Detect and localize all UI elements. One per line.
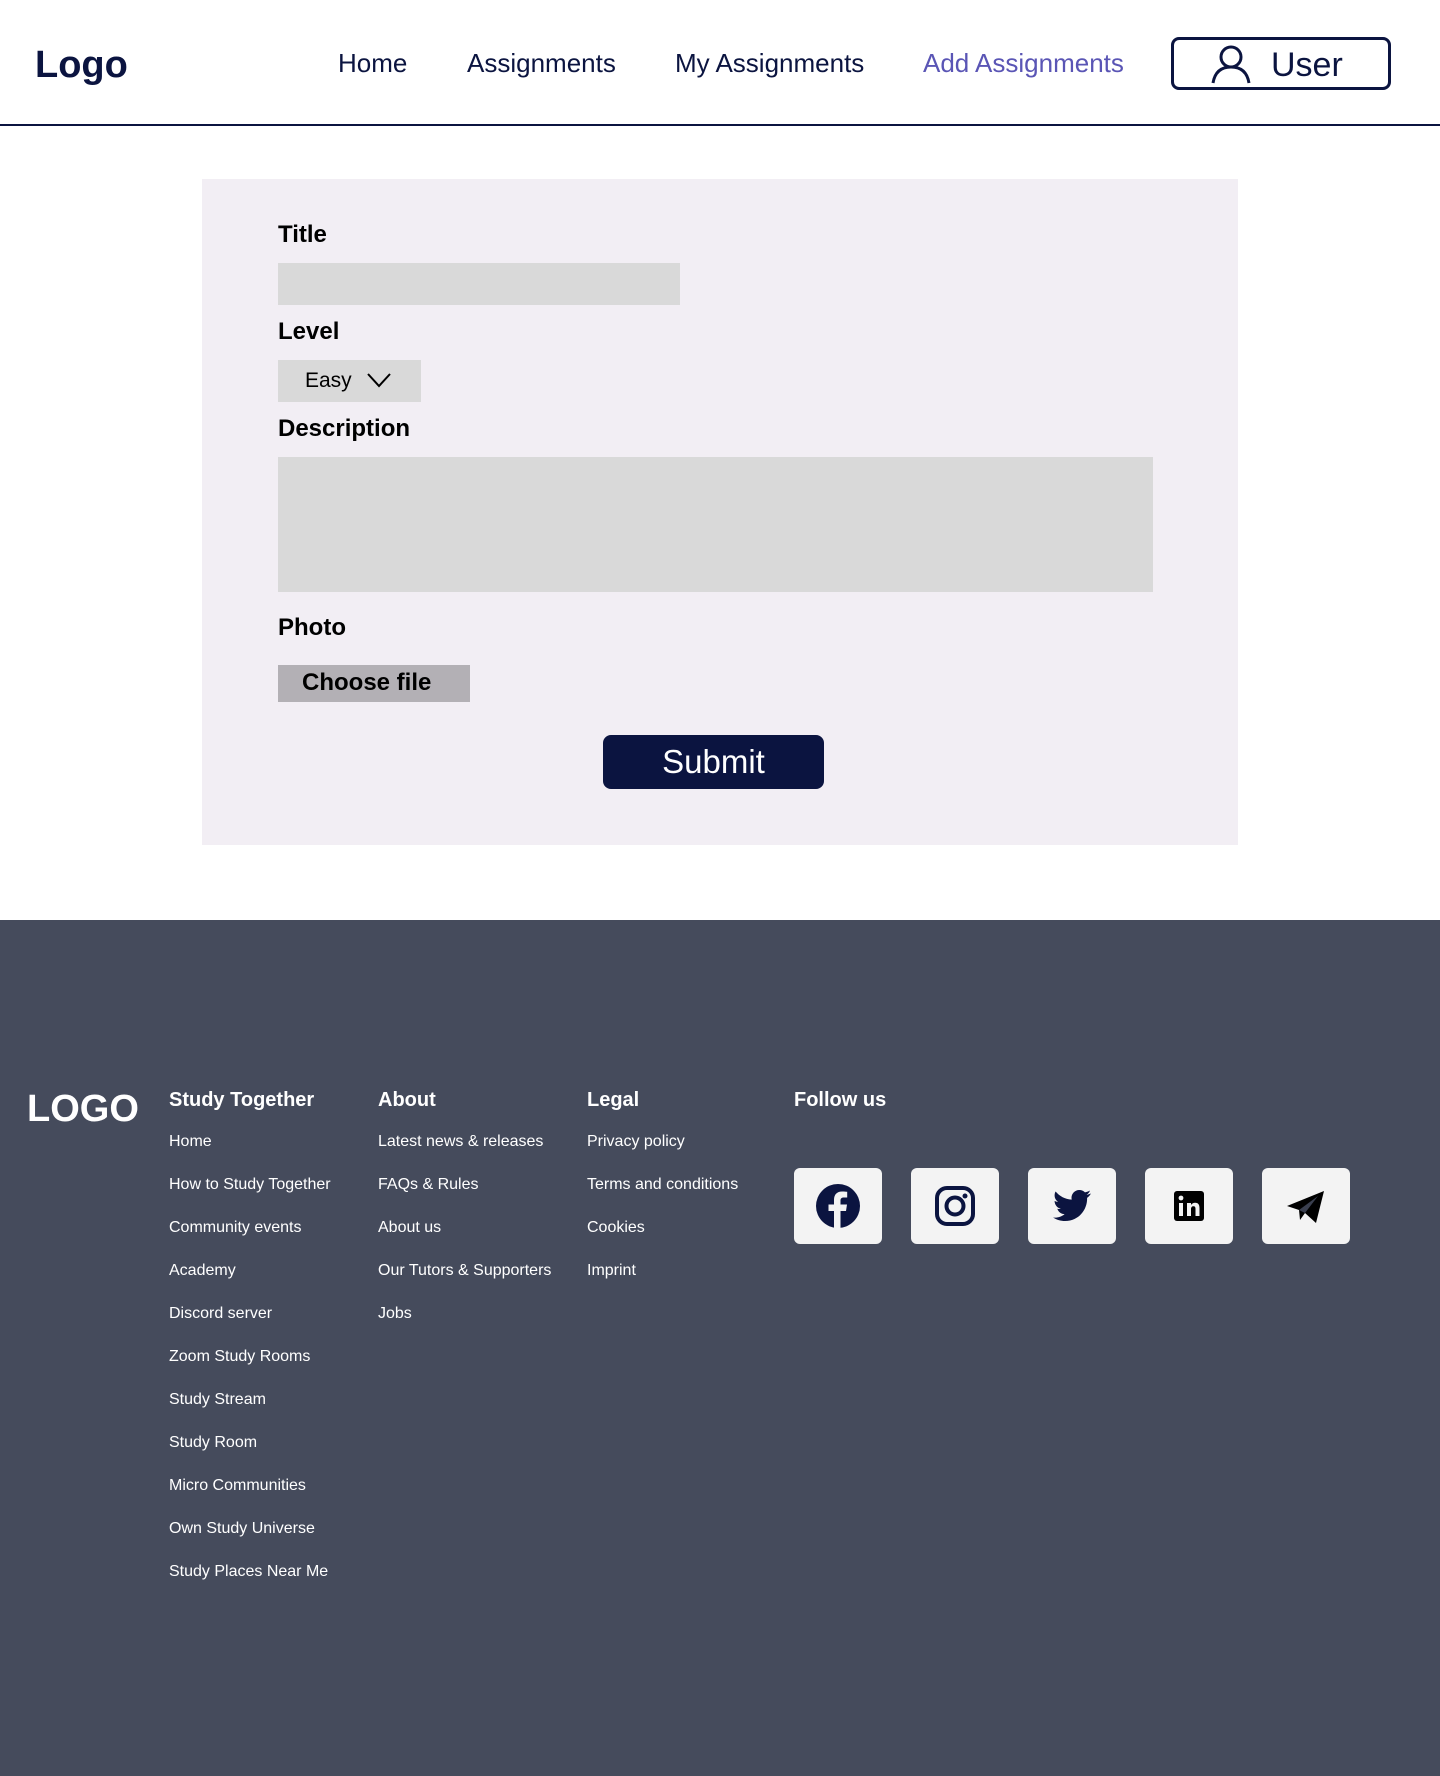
- follow-us-heading: Follow us: [794, 1089, 887, 1111]
- footer-link[interactable]: Study Stream: [169, 1391, 331, 1434]
- site-footer: LOGO Study Together Home How to Study To…: [0, 920, 1440, 1776]
- facebook-link[interactable]: [794, 1168, 882, 1244]
- footer-heading: About: [378, 1089, 436, 1111]
- footer-link[interactable]: Cookies: [587, 1219, 738, 1262]
- footer-link[interactable]: Privacy policy: [587, 1133, 738, 1176]
- header-logo[interactable]: Logo: [35, 44, 128, 87]
- level-select[interactable]: Easy: [278, 360, 421, 402]
- add-assignment-form: Title Level Easy Description Photo Choos…: [202, 179, 1238, 845]
- footer-column-follow-us: Follow us: [794, 1089, 886, 1133]
- instagram-link[interactable]: [911, 1168, 999, 1244]
- description-input[interactable]: [278, 457, 1153, 592]
- footer-link[interactable]: Zoom Study Rooms: [169, 1348, 331, 1391]
- submit-label: Submit: [662, 743, 765, 780]
- twitter-icon: [1053, 1190, 1091, 1221]
- footer-link[interactable]: Terms and conditions: [587, 1176, 738, 1219]
- nav-my-assignments[interactable]: My Assignments: [675, 48, 864, 79]
- instagram-icon: [935, 1186, 975, 1226]
- level-selected-value: Easy: [305, 369, 352, 392]
- footer-link[interactable]: Home: [169, 1133, 331, 1176]
- submit-button[interactable]: Submit: [603, 735, 824, 789]
- footer-link[interactable]: Community events: [169, 1219, 331, 1262]
- user-icon: [1211, 45, 1251, 84]
- footer-link[interactable]: About us: [378, 1219, 551, 1262]
- footer-link[interactable]: Study Room: [169, 1434, 331, 1477]
- footer-link[interactable]: Our Tutors & Supporters: [378, 1262, 551, 1305]
- nav-assignments[interactable]: Assignments: [467, 48, 616, 79]
- footer-link[interactable]: Academy: [169, 1262, 331, 1305]
- user-label: User: [1271, 46, 1343, 84]
- chevron-down-icon: [367, 373, 391, 388]
- choose-file-button[interactable]: Choose file: [278, 665, 470, 702]
- level-label: Level: [278, 318, 340, 345]
- footer-column-about: About Latest news & releases FAQs & Rule…: [378, 1089, 551, 1348]
- facebook-icon: [816, 1184, 860, 1228]
- footer-logo[interactable]: LOGO: [27, 1088, 139, 1131]
- footer-link[interactable]: Own Study Universe: [169, 1520, 331, 1563]
- footer-link[interactable]: Discord server: [169, 1305, 331, 1348]
- footer-link[interactable]: How to Study Together: [169, 1176, 331, 1219]
- nav-add-assignments[interactable]: Add Assignments: [923, 48, 1124, 79]
- social-links: [794, 1168, 1350, 1244]
- telegram-icon: [1287, 1191, 1324, 1223]
- title-input[interactable]: [278, 263, 680, 305]
- nav-home[interactable]: Home: [338, 48, 407, 79]
- footer-link[interactable]: Jobs: [378, 1305, 551, 1348]
- telegram-link[interactable]: [1262, 1168, 1350, 1244]
- footer-column-legal: Legal Privacy policy Terms and condition…: [587, 1089, 738, 1305]
- footer-column-study-together: Study Together Home How to Study Togethe…: [169, 1089, 331, 1606]
- linkedin-icon: [1174, 1191, 1204, 1221]
- user-menu-button[interactable]: User: [1171, 37, 1391, 90]
- footer-link[interactable]: Micro Communities: [169, 1477, 331, 1520]
- footer-heading: Legal: [587, 1089, 640, 1111]
- footer-link[interactable]: Latest news & releases: [378, 1133, 551, 1176]
- footer-link[interactable]: Study Places Near Me: [169, 1563, 331, 1606]
- title-label: Title: [278, 221, 327, 248]
- photo-label: Photo: [278, 614, 346, 641]
- choose-file-label: Choose file: [302, 669, 432, 696]
- twitter-link[interactable]: [1028, 1168, 1116, 1244]
- footer-link[interactable]: FAQs & Rules: [378, 1176, 551, 1219]
- description-label: Description: [278, 415, 411, 442]
- footer-heading: Study Together: [169, 1089, 315, 1111]
- footer-link[interactable]: Imprint: [587, 1262, 738, 1305]
- linkedin-link[interactable]: [1145, 1168, 1233, 1244]
- site-header: Logo Home Assignments My Assignments Add…: [0, 0, 1440, 126]
